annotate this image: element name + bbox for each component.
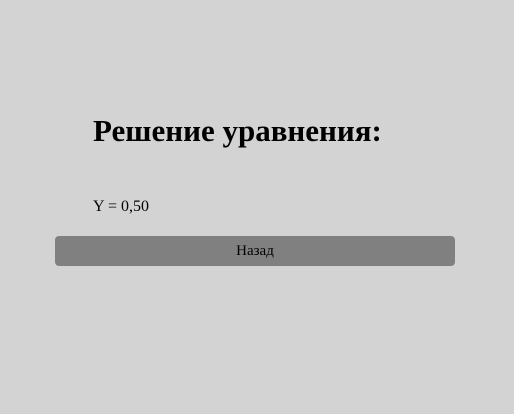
back-button[interactable]: Назад xyxy=(55,236,455,266)
result-text: Y = 0,50 xyxy=(93,198,149,215)
page-title: Решение уравнения: xyxy=(93,113,382,148)
